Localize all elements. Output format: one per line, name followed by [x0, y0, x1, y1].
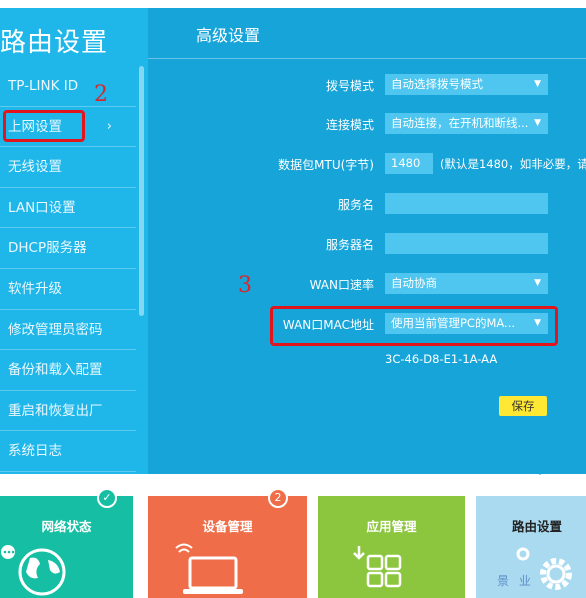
sidebar-item-wireless[interactable]: 无线设置 [0, 147, 136, 188]
annotation-number-3: 3 [238, 273, 252, 298]
dial-mode-value: 自动选择拨号模式 [391, 77, 483, 91]
sidebar-title: 路由设置 [0, 28, 109, 58]
sidebar-scrollbar[interactable] [139, 66, 144, 316]
annotation-number-2: 2 [94, 82, 108, 107]
dial-mode-select[interactable]: 自动选择拨号模式 ▼ [385, 74, 548, 95]
server-name-label: 服务器名 [325, 238, 374, 252]
mtu-label: 数据包MTU(字节) [278, 158, 374, 172]
mtu-hint: (默认是1480，如非必要，请 [440, 157, 586, 171]
sidebar-item-admin-password[interactable]: 修改管理员密码 [0, 310, 136, 351]
tile-network-status[interactable]: 网络状态 [0, 496, 133, 598]
connect-mode-select[interactable]: 自动连接，在开机和断线... ▼ [385, 113, 548, 134]
service-name-input[interactable] [385, 193, 548, 214]
laptop-icon [175, 543, 243, 594]
panel-title: 高级设置 [196, 26, 261, 45]
sidebar-item-dhcp[interactable]: DHCP服务器 [0, 228, 136, 269]
sidebar-item-label: 备份和载入配置 [8, 362, 103, 379]
tile-device-management[interactable]: 设备管理 [148, 496, 307, 598]
divider [148, 58, 586, 59]
sidebar-item-label: TP-LINK ID [8, 78, 79, 94]
sidebar-item-label: 无线设置 [8, 159, 62, 176]
advanced-settings-panel: 高级设置 拨号模式 自动选择拨号模式 ▼ 连接模式 自动连接，在开机和断线... ▼… [148, 8, 586, 474]
watermark-text: 景 业 [497, 574, 534, 588]
tile-app-management[interactable]: 应用管理 [318, 496, 465, 598]
dropdown-arrow-icon: ▼ [534, 278, 541, 288]
highlight-box-wan-mac [270, 306, 558, 346]
sidebar-item-backup-restore[interactable]: 备份和载入配置 [0, 350, 136, 391]
sidebar-item-label: LAN口设置 [8, 199, 76, 216]
sidebar-item-label: 系统日志 [8, 443, 62, 460]
app-grid-icon [353, 546, 402, 588]
count-badge-icon: 2 [268, 488, 288, 508]
dial-mode-label: 拨号模式 [325, 79, 374, 93]
dropdown-arrow-icon: ▼ [534, 118, 541, 128]
sidebar-item-firmware-upgrade[interactable]: 软件升级 [0, 269, 136, 310]
save-button[interactable]: 保存 [499, 396, 547, 416]
wan-speed-value: 自动协商 [391, 276, 437, 290]
sidebar-item-lan[interactable]: LAN口设置 [0, 188, 136, 229]
dropdown-arrow-icon: ▼ [534, 79, 541, 89]
globe-icon [1, 545, 66, 596]
mac-address-text: 3C-46-D8-E1-1A-AA [385, 352, 498, 366]
check-badge-icon: ✓ [97, 488, 117, 508]
sidebar-item-label: 修改管理员密码 [8, 321, 103, 338]
connect-mode-value: 自动连接，在开机和断线... [391, 116, 529, 130]
connect-mode-label: 连接模式 [325, 118, 374, 132]
sidebar-item-label: DHCP服务器 [8, 240, 87, 257]
sidebar-item-reboot-reset[interactable]: 重启和恢复出厂 [0, 391, 136, 432]
sidebar: 路由设置 TP-LINK ID 上网设置 › 无线设置 LAN口设置 DHCP服务… [0, 8, 148, 474]
wan-speed-label: WAN口速率 [309, 278, 374, 292]
service-name-label: 服务名 [337, 198, 374, 212]
sidebar-item-system-log[interactable]: 系统日志 [0, 431, 136, 472]
chevron-right-icon: › [106, 118, 112, 134]
highlight-box-internet-settings [3, 110, 85, 142]
wan-speed-select[interactable]: 自动协商 ▼ [385, 273, 548, 294]
active-tab-pointer [530, 465, 550, 475]
sidebar-item-label: 重启和恢复出厂 [8, 402, 103, 419]
router-admin-screen: 路由设置 TP-LINK ID 上网设置 › 无线设置 LAN口设置 DHCP服务… [0, 0, 586, 598]
sidebar-item-tplink-id[interactable]: TP-LINK ID [0, 66, 136, 107]
server-name-input[interactable] [385, 233, 548, 254]
mtu-input[interactable]: 1480 [385, 153, 433, 174]
sidebar-item-label: 软件升级 [8, 280, 62, 297]
